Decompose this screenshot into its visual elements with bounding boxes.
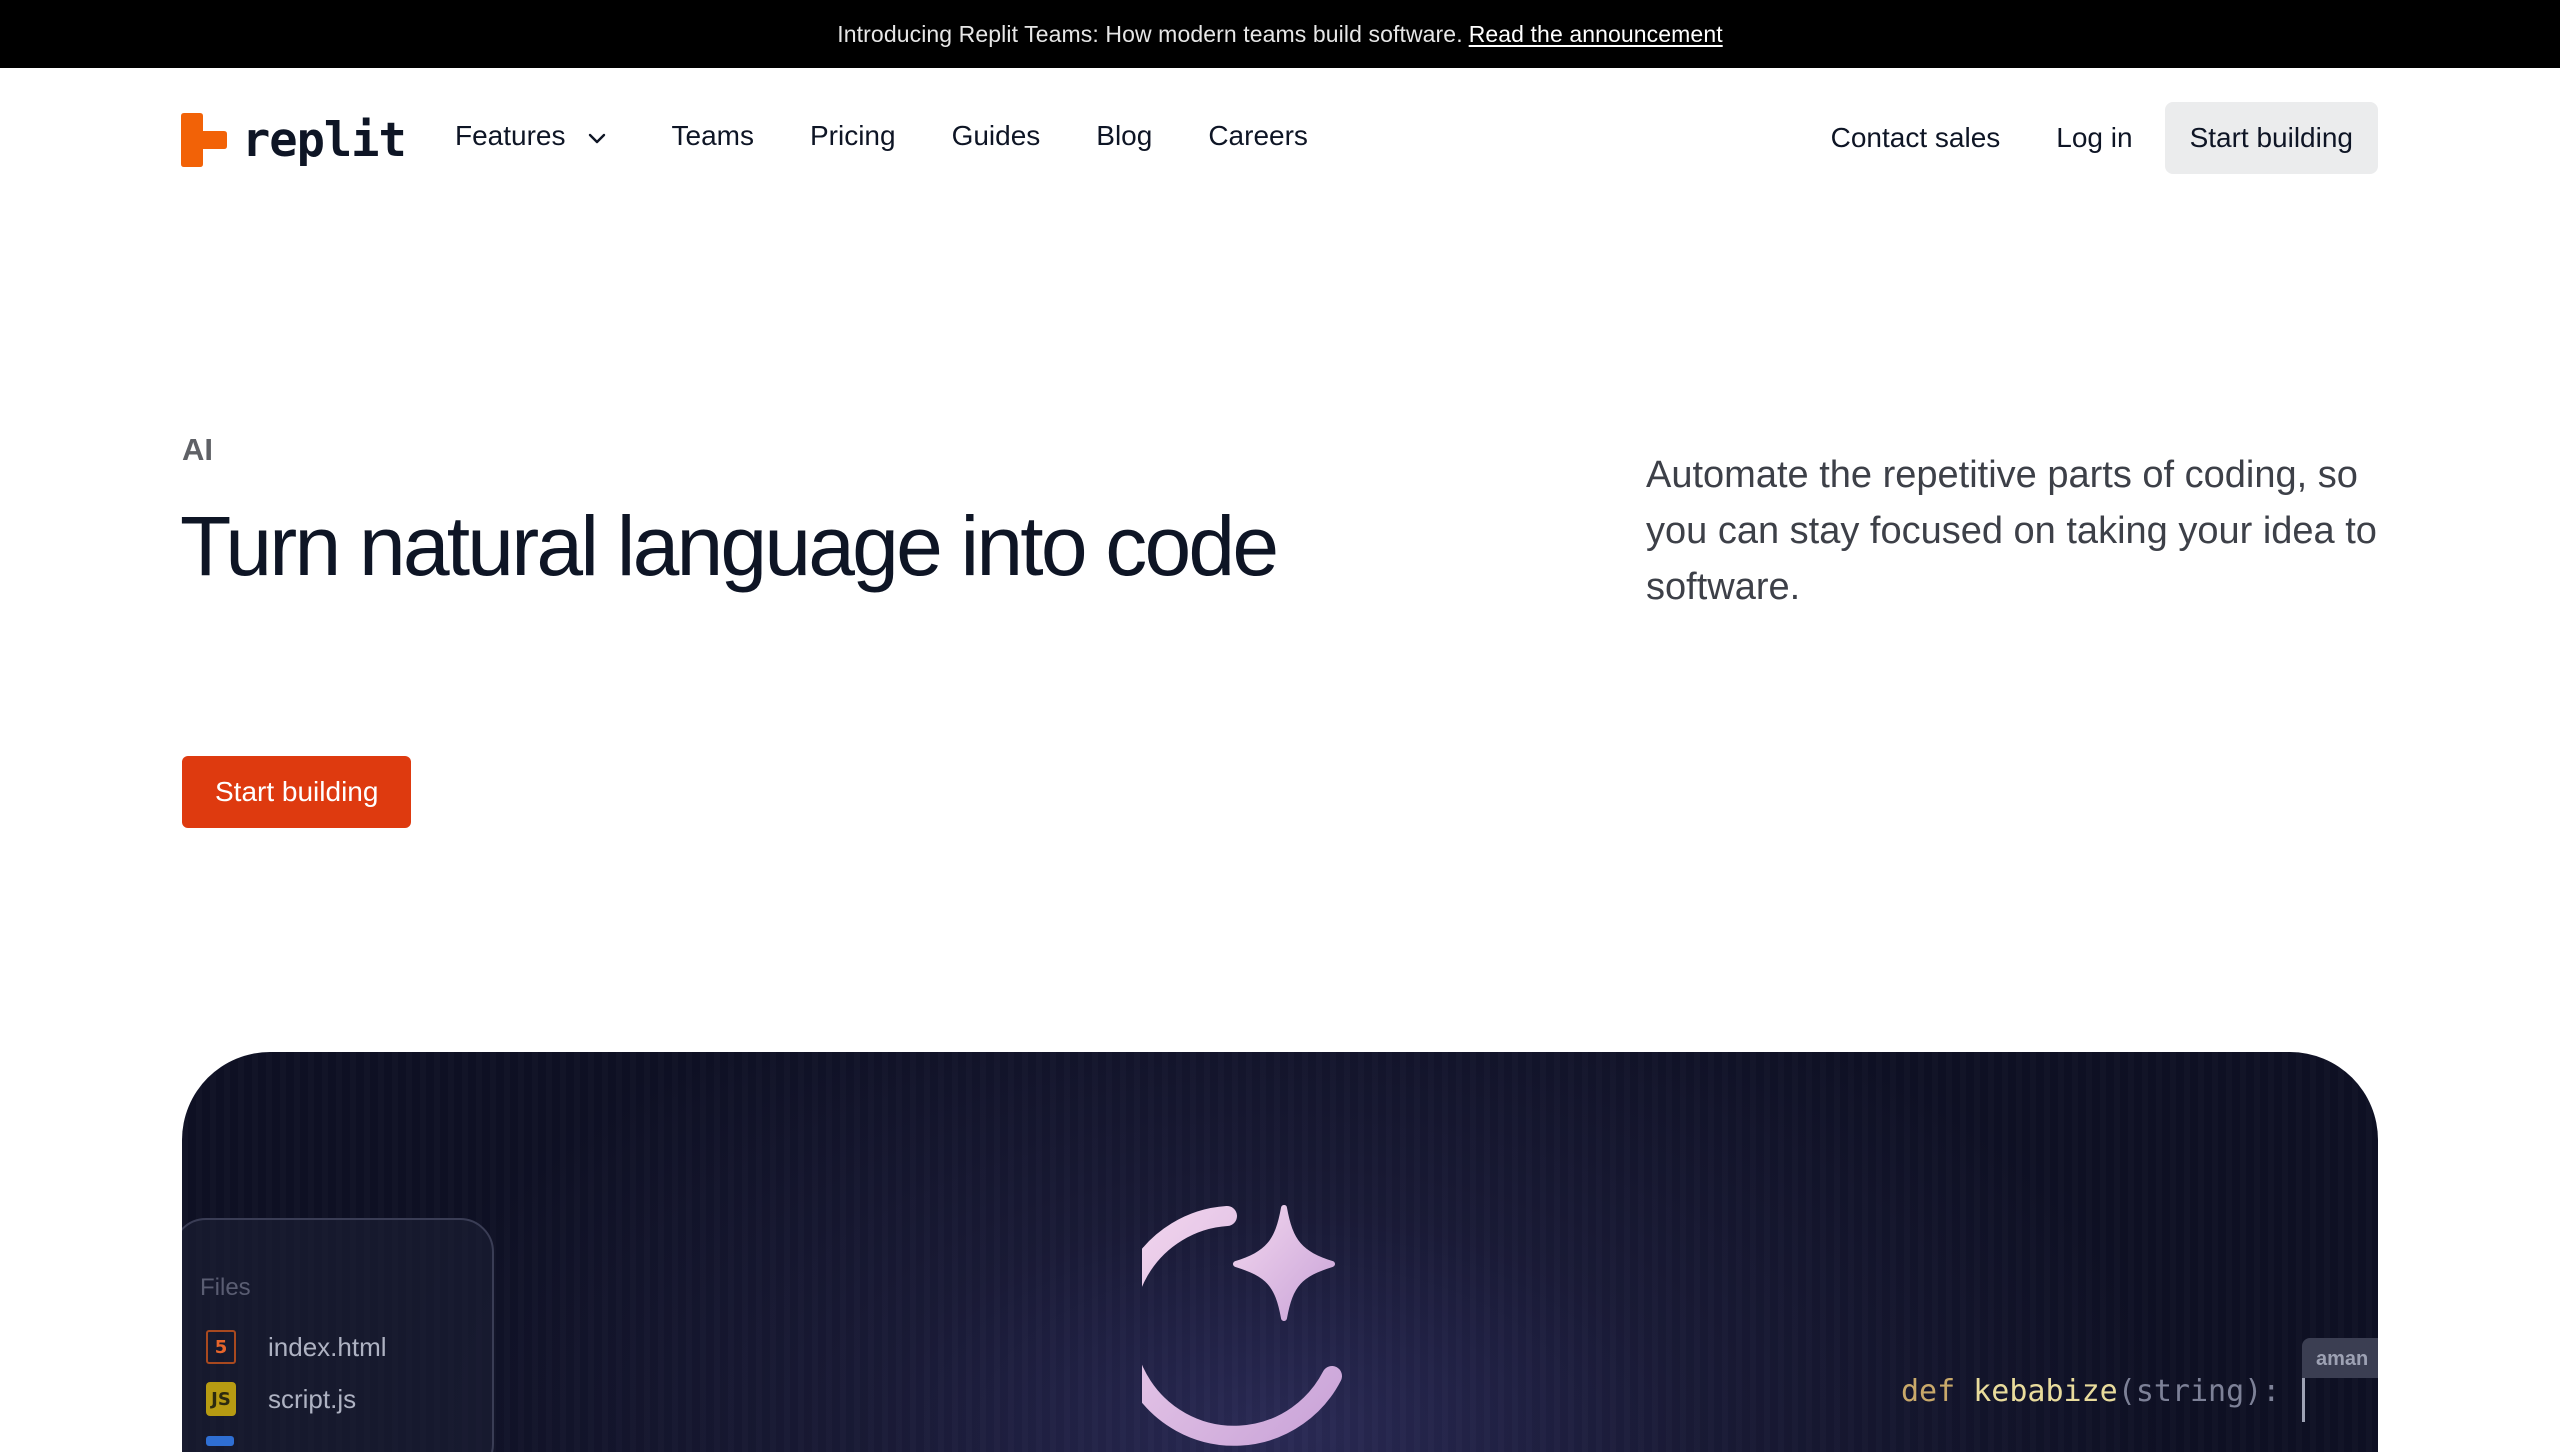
collaborator-cursor-label: aman [2302,1338,2378,1378]
hero-eyebrow: AI [182,432,213,467]
nav-blog[interactable]: Blog [1096,120,1152,152]
code-paren-close: ): [2244,1374,2281,1409]
announcement-text: Introducing Replit Teams: How modern tea… [837,20,1463,47]
ai-sparkle-icon [1142,1205,1342,1446]
nav-features-label: Features [455,120,566,151]
contact-sales-link[interactable]: Contact sales [1831,122,2001,154]
main-menu: Features Teams Pricing Guides Blog Caree… [455,68,1308,204]
hero-headline: Turn natural language into code [180,499,1279,593]
nav-teams[interactable]: Teams [672,120,754,152]
start-building-hero-button[interactable]: Start building [182,756,412,828]
nav-features[interactable]: Features [455,120,608,152]
code-arg: string [2135,1374,2245,1409]
announcement-link[interactable]: Read the announcement [1469,21,1723,48]
logo-wordmark: replit [242,112,407,168]
nav-guides[interactable]: Guides [952,120,1041,152]
site-header: replit Features Teams Pricing Guides Blo… [0,68,2560,204]
login-link[interactable]: Log in [2056,122,2132,154]
code-keyword: def [1901,1374,1956,1409]
js-icon: JS [206,1382,236,1416]
hero-description: Automate the repetitive parts of coding,… [1646,454,2377,608]
file-item[interactable]: JS script.js [206,1382,356,1416]
file-name: index.html [268,1331,387,1362]
nav-careers[interactable]: Careers [1208,120,1308,152]
replit-logo-icon [181,113,227,167]
file-icon [206,1436,234,1446]
code-snippet: def kebabize(string): [1901,1374,2280,1409]
announcement-bar: Introducing Replit Teams: How modern tea… [0,0,2560,68]
ai-showcase-panel: Files 5 index.html JS script.js aman def… [182,1052,2378,1452]
files-pane: Files 5 index.html JS script.js [182,1218,494,1452]
file-item[interactable]: 5 index.html [206,1330,387,1364]
nav-pricing[interactable]: Pricing [810,120,896,152]
code-function-name: kebabize [1973,1374,2118,1409]
file-item[interactable] [206,1436,234,1446]
code-paren-open: ( [2117,1374,2136,1409]
file-name: script.js [268,1383,357,1414]
start-building-nav-button[interactable]: Start building [2164,102,2378,174]
collaborator-cursor [2302,1378,2305,1422]
replit-logo[interactable]: replit [181,112,407,168]
chevron-down-icon [588,133,605,144]
html5-icon: 5 [206,1330,236,1364]
header-actions: Contact sales Log in Start building [1831,102,2378,174]
files-pane-title: Files [200,1274,251,1301]
